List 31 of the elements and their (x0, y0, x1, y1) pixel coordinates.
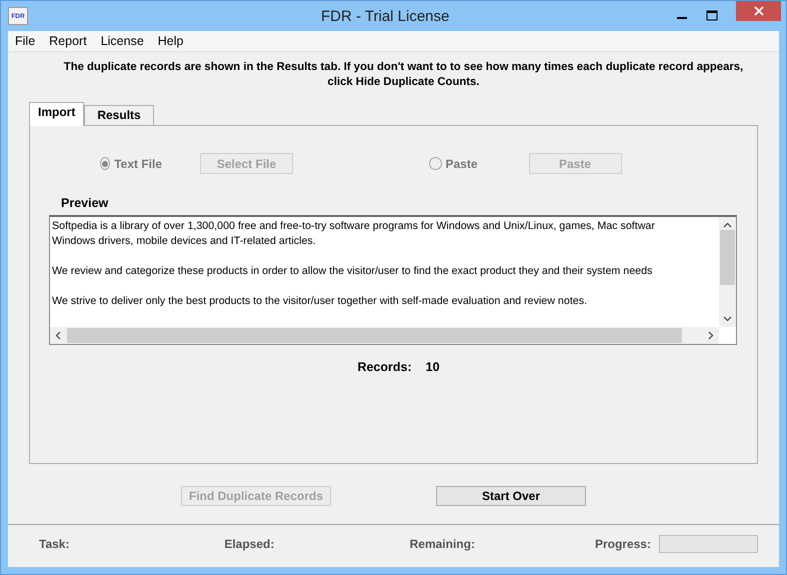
window-title: FDR - Trial License (321, 8, 450, 24)
progress-label: Progress: (594, 537, 651, 551)
records-count: 10 (426, 360, 440, 374)
instruction-text: click Hide Duplicate Counts. (328, 75, 480, 90)
task-label: Task: (39, 537, 70, 551)
close-icon (754, 6, 764, 16)
horizontal-scrollbar[interactable] (50, 327, 719, 344)
menu-item[interactable]: Help (158, 34, 184, 48)
menu-item[interactable]: File (15, 34, 36, 48)
tab[interactable]: Results (84, 105, 154, 125)
action-button[interactable]: Start Over (436, 486, 586, 506)
elapsed-label: Elapsed: (224, 537, 276, 551)
instruction-text: The duplicate records are shown in the Results tab. If you don't want to to see how many times each duplicate record appears, (64, 60, 744, 75)
remaining-label: Remaining: (410, 537, 476, 551)
menu-item[interactable]: License (100, 34, 144, 48)
preview-label: Preview (61, 196, 110, 210)
menu-item[interactable]: Report (49, 34, 87, 48)
preview-text-area[interactable] (49, 215, 737, 345)
preview-line: Softpedia is a library of over 1,300,000 free and free-to-try software programs for Windows and Unix/Linux, games, Mac softwar (52, 220, 655, 232)
records-label: Records: (357, 360, 412, 374)
scroll-down-icon[interactable] (723, 316, 732, 322)
scroll-left-icon[interactable] (55, 331, 61, 340)
preview-line: We strive to deliver only the best products to the visitor/user together with self-made evaluation and review notes. (52, 295, 588, 307)
tab[interactable]: Import (29, 102, 84, 126)
close-button[interactable] (736, 1, 781, 21)
preview-line: Windows drivers, mobile devices and IT-related articles. (52, 235, 316, 247)
scroll-up-icon[interactable] (723, 222, 732, 228)
preview-line: We review and categorize these products in order to allow the visitor/user to find the exact product they and their system needs (52, 265, 652, 277)
maximize-icon[interactable] (706, 10, 718, 20)
vertical-scrollbar[interactable] (719, 217, 736, 327)
scroll-right-icon[interactable] (708, 331, 714, 340)
